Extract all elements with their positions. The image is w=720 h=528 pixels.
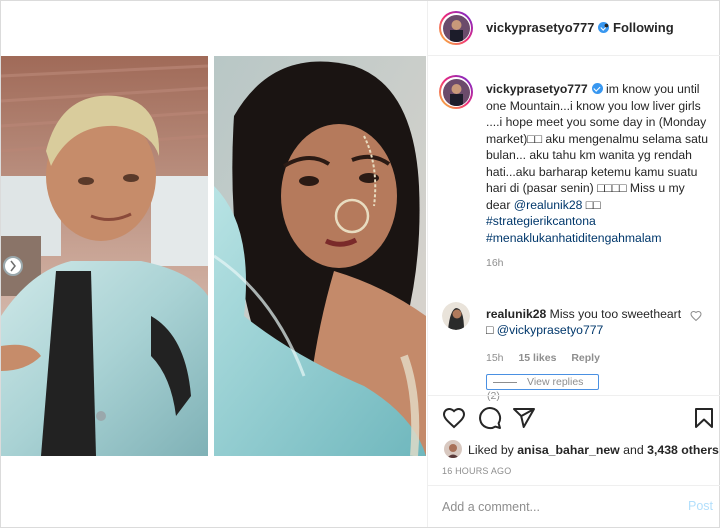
following-button[interactable]: Following [613, 20, 674, 35]
carousel-dot-icon[interactable] [3, 256, 23, 276]
caption-timestamp[interactable]: 16h [486, 255, 708, 272]
photo-man-selfie [1, 56, 208, 456]
caption-text-end: □□ [582, 197, 601, 212]
commenter-avatar[interactable] [442, 302, 470, 330]
reply-button[interactable]: Reply [571, 352, 600, 364]
bookmark-icon[interactable] [692, 406, 716, 430]
comment-mention-link[interactable]: @vickyprasetyo777 [497, 323, 604, 337]
post-comment-button[interactable]: Post [688, 499, 713, 513]
author-username[interactable]: vickyprasetyo777 [486, 20, 610, 35]
photo-woman-portrait [214, 56, 426, 456]
likes-prefix: Liked by [468, 443, 518, 457]
add-comment-bar: Post [428, 485, 720, 527]
hashtag-link[interactable]: #menaklukanhatiditengahmalam [486, 231, 661, 245]
caption-username[interactable]: vickyprasetyo777 [486, 82, 603, 96]
hashtag-link[interactable]: #strategierikcantona [486, 214, 596, 228]
liker-avatar[interactable] [444, 440, 462, 458]
comment-icon[interactable] [478, 406, 502, 430]
comment-meta: 15h 15 likes Reply [486, 350, 686, 366]
post-media[interactable] [1, 1, 426, 527]
likes-count[interactable]: 3,438 others [647, 443, 719, 457]
comment-item: realunik28 Miss you too sweetheart □ @vi… [486, 306, 686, 366]
header-separator: • [604, 17, 609, 33]
liker-username[interactable]: anisa_bahar_new [517, 443, 620, 457]
comment-timestamp[interactable]: 15h [486, 352, 504, 364]
post-actions: Liked by anisa_bahar_new and 3,438 other… [428, 395, 720, 485]
post-sidebar: vickyprasetyo777 • Following vickypraset… [427, 1, 720, 527]
comment-like-heart-icon[interactable] [690, 310, 702, 322]
likes-middle: and [619, 443, 648, 457]
post-date[interactable]: 16 HOURS AGO [442, 466, 511, 476]
post-caption: vickyprasetyo777 im know you until one M… [486, 81, 708, 272]
heart-icon[interactable] [442, 406, 466, 430]
comment-likes[interactable]: 15 likes [518, 352, 556, 364]
caption-author-avatar[interactable] [439, 75, 473, 109]
caption-text: im know you until one Mountain...i know … [486, 82, 709, 212]
post-header: vickyprasetyo777 • Following [428, 1, 720, 56]
view-replies-button[interactable]: View replies (2) [486, 374, 599, 402]
likes-summary[interactable]: Liked by anisa_bahar_new and 3,438 other… [444, 440, 719, 460]
caption-mention-link[interactable]: @realunik28 [514, 198, 583, 212]
replies-divider [493, 381, 517, 383]
share-icon[interactable] [512, 406, 536, 430]
verified-badge-icon [591, 83, 603, 94]
comment-input[interactable] [442, 498, 672, 516]
commenter-username[interactable]: realunik28 [486, 307, 546, 321]
author-avatar[interactable] [439, 11, 473, 45]
